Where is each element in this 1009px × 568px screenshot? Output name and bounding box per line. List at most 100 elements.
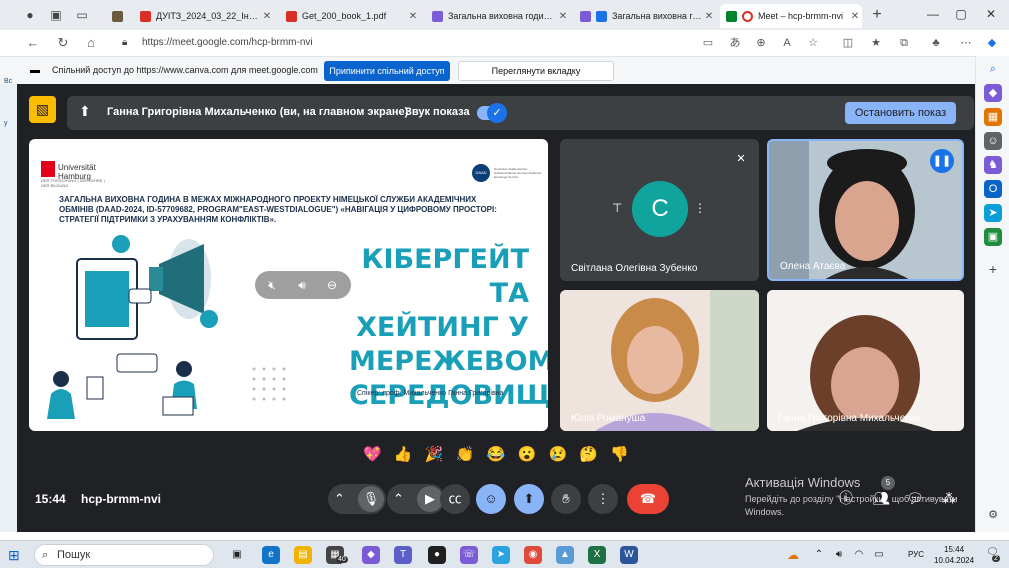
mic-control[interactable]: ⌃ 🎙︎ xyxy=(328,484,386,514)
reaction-thumbs-up[interactable]: 👍 xyxy=(394,445,413,463)
favorite-icon[interactable]: ☆ xyxy=(805,35,821,51)
lock-icon[interactable]: 🔒︎ xyxy=(122,33,127,53)
chevron-up-icon[interactable]: ⌃ xyxy=(393,484,404,514)
activities-icon[interactable]: ⁂ xyxy=(937,486,961,510)
camera-icon[interactable]: ▭ xyxy=(700,35,716,51)
tab-2[interactable]: ДУІТЗ_2024_03_22_Інформ_д ✕ xyxy=(134,4,274,28)
close-tab-icon[interactable]: ✕ xyxy=(848,11,862,22)
close-tab-icon[interactable]: ✕ xyxy=(702,11,716,22)
chrome-icon[interactable]: ◉ xyxy=(524,546,542,564)
reaction-thumbs-down[interactable]: 👎 xyxy=(610,445,629,463)
apps-icon[interactable]: ▣ xyxy=(984,228,1002,246)
task-view-icon[interactable]: ▣ xyxy=(228,546,246,564)
tab-1[interactable] xyxy=(106,4,132,28)
emoji-button[interactable]: ☺ xyxy=(476,484,506,514)
read-aloud-icon[interactable]: A xyxy=(779,35,795,51)
maximize-icon[interactable]: ▢ xyxy=(946,3,976,25)
more-options-button[interactable]: ⋮ xyxy=(588,484,618,514)
app-icon[interactable]: ◆ xyxy=(362,546,380,564)
extensions-icon[interactable]: ♣ xyxy=(928,35,944,51)
volume-icon[interactable]: 🔊︎ xyxy=(293,276,311,294)
url-field[interactable]: 🔒︎ https://meet.google.com/hcp-brmm-nvi xyxy=(112,33,832,53)
menu-icon[interactable]: ⋯ xyxy=(958,35,974,51)
reaction-sad[interactable]: 😢 xyxy=(548,445,567,463)
reaction-clap[interactable]: 👏 xyxy=(456,445,475,463)
switch-tab-button[interactable]: Переглянути вкладку www.canva.com xyxy=(458,61,614,94)
stop-presenting-button[interactable]: Остановить показ xyxy=(845,102,956,124)
input-language[interactable]: РУС xyxy=(908,550,924,559)
wifi-icon[interactable]: ◠ xyxy=(850,546,868,564)
tools-icon[interactable]: ▦ xyxy=(984,108,1002,126)
leave-call-button[interactable]: ☎ xyxy=(627,484,669,514)
microphone-icon[interactable]: 🎙︎ xyxy=(358,486,384,512)
reaction-joy[interactable]: 😂 xyxy=(487,445,506,463)
workspaces-icon[interactable]: ▣ xyxy=(46,5,66,25)
raise-hand-button[interactable]: ✋︎ xyxy=(551,484,581,514)
participant-tile-3[interactable]: Юлія Романуша xyxy=(560,290,759,431)
info-icon[interactable]: ⓘ xyxy=(834,486,858,510)
shopping-icon[interactable]: ◆ xyxy=(984,84,1002,102)
participant-tile-1[interactable]: С ⊤ ⋮ ✕ Світлана Олегівна Зубенко xyxy=(560,139,759,281)
edge-taskbar-icon[interactable]: e xyxy=(262,546,280,564)
pin-icon[interactable]: ⊤ xyxy=(612,201,622,215)
collections-icon[interactable]: ⧉ xyxy=(896,35,912,51)
teams-icon[interactable]: T xyxy=(394,546,412,564)
participant-tile-2[interactable]: ❚❚ Олена Атаєва xyxy=(767,139,964,281)
copilot-icon[interactable]: ◆ xyxy=(984,35,1000,51)
zoom-icon[interactable]: ⊕ xyxy=(753,35,769,51)
reaction-party[interactable]: 🎉 xyxy=(425,445,444,463)
minus-icon[interactable]: ⊖ xyxy=(323,276,341,294)
reaction-sparkling-heart[interactable]: 💖 xyxy=(363,445,382,463)
person-icon[interactable]: ☺ xyxy=(984,132,1002,150)
taskbar-search[interactable]: ⌕ Пошук xyxy=(34,544,214,566)
weather-icon[interactable]: ☁ xyxy=(784,546,802,564)
sound-toggle[interactable]: ✓ xyxy=(477,103,507,123)
favorites-icon[interactable]: ★ xyxy=(868,35,884,51)
excel-icon[interactable]: X xyxy=(588,546,606,564)
participant-tile-4[interactable]: Ганна Григорівна Михальченко xyxy=(767,290,964,431)
outlook-icon[interactable]: O xyxy=(984,180,1002,198)
file-explorer-icon[interactable]: ▤ xyxy=(294,546,312,564)
tab-4[interactable]: Загальна виховна година на ✕ xyxy=(426,4,570,28)
close-tab-icon[interactable]: ✕ xyxy=(556,11,570,22)
battery-icon[interactable]: ▭ xyxy=(870,546,888,564)
camera-control[interactable]: ⌃ ▶ xyxy=(387,484,445,514)
refresh-icon[interactable]: ↻ xyxy=(54,34,72,52)
tab-actions-icon[interactable]: ▭ xyxy=(72,5,92,25)
tab-6-active[interactable]: Meet – hcp-brmm-nvi ✕ xyxy=(720,4,862,28)
close-tab-icon[interactable]: ✕ xyxy=(406,11,420,22)
close-tab-icon[interactable]: ✕ xyxy=(260,11,274,22)
app-icon[interactable]: ● xyxy=(428,546,446,564)
viber-icon[interactable]: ☏ xyxy=(460,546,478,564)
minimize-icon[interactable]: — xyxy=(918,3,948,25)
reaction-surprised[interactable]: 😮 xyxy=(518,445,537,463)
new-tab-icon[interactable]: + xyxy=(867,5,887,25)
split-screen-icon[interactable]: ◫ xyxy=(840,35,856,51)
home-icon[interactable]: ⌂ xyxy=(82,34,100,52)
chevron-up-icon[interactable]: ⌃ xyxy=(334,484,345,514)
mute-icon[interactable]: 🔇︎ xyxy=(263,276,281,294)
tab-5[interactable]: Загальна виховна годи ✕ xyxy=(574,4,716,28)
captions-button[interactable]: ㏄ xyxy=(440,484,470,514)
reaction-thinking[interactable]: 🤔 xyxy=(579,445,598,463)
telegram-icon[interactable]: ➤ xyxy=(492,546,510,564)
tray-chevron-icon[interactable]: ⌃ xyxy=(810,546,828,564)
settings-gear-icon[interactable]: ⚙ xyxy=(984,506,1002,524)
taskbar-clock[interactable]: 15:44 10.04.2024 xyxy=(934,544,974,566)
profile-icon[interactable]: ● xyxy=(20,5,40,25)
close-window-icon[interactable]: ✕ xyxy=(976,3,1006,25)
app-icon[interactable]: ▲ xyxy=(556,546,574,564)
translate-icon[interactable]: あ xyxy=(727,35,743,51)
tab-3[interactable]: Get_200_book_1.pdf ✕ xyxy=(280,4,420,28)
add-icon[interactable]: + xyxy=(984,260,1002,278)
search-icon[interactable]: ⌕ xyxy=(984,60,1002,78)
word-icon[interactable]: W xyxy=(620,546,638,564)
chat-icon[interactable]: 💬︎ xyxy=(903,486,927,510)
stop-sharing-button[interactable]: Припинити спільний доступ xyxy=(324,61,450,81)
back-icon[interactable]: ← xyxy=(24,34,42,52)
games-icon[interactable]: ♞ xyxy=(984,156,1002,174)
more-options-icon[interactable]: ⋮ xyxy=(694,201,706,215)
volume-tray-icon[interactable]: 🔊︎ xyxy=(830,546,848,564)
present-button[interactable]: ⬆ xyxy=(514,484,544,514)
windows-start-icon[interactable]: ⊞ xyxy=(8,547,24,563)
